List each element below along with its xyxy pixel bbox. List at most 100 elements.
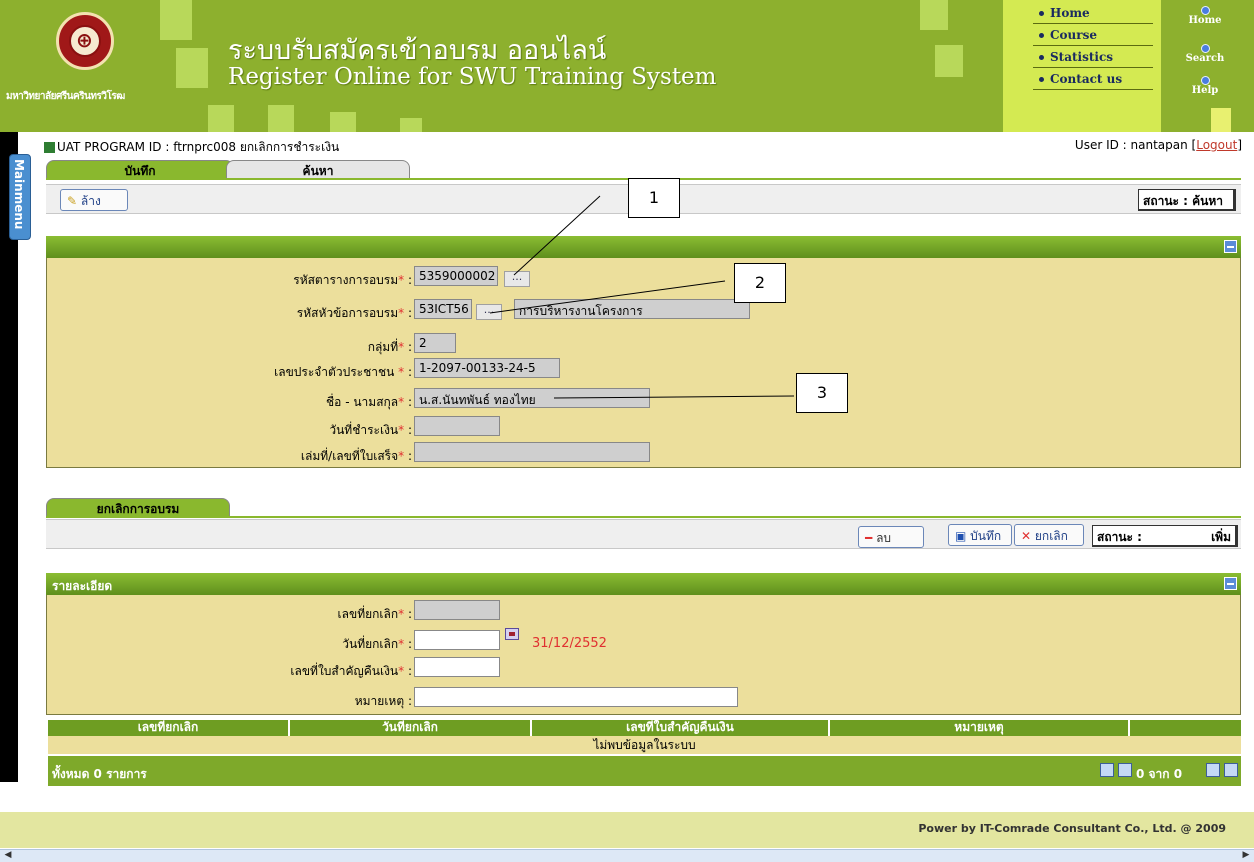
sidenav-search[interactable]: Search bbox=[1175, 44, 1235, 64]
header-decoration bbox=[268, 105, 294, 132]
field-label: เลขที่ยกเลิก* : bbox=[337, 607, 412, 621]
scroll-right-icon[interactable]: ▶ bbox=[1240, 850, 1252, 862]
detail-panel-header: รายละเอียด bbox=[46, 573, 1241, 595]
bullet-icon bbox=[1039, 11, 1044, 16]
cancel-date-input[interactable] bbox=[414, 630, 500, 650]
nav-course-link[interactable]: Course bbox=[1033, 24, 1153, 46]
tab-save[interactable]: บันทึก bbox=[46, 160, 234, 178]
prev-page-icon[interactable] bbox=[1118, 763, 1132, 777]
group-number-field[interactable]: 2 bbox=[414, 333, 456, 353]
minus-icon: ━ bbox=[865, 531, 873, 545]
header-decoration bbox=[935, 45, 963, 77]
tab-search[interactable]: ค้นหา bbox=[226, 160, 410, 178]
header-decoration bbox=[400, 118, 422, 132]
footer-credit: Power by IT-Comrade Consultant Co., Ltd.… bbox=[918, 822, 1226, 835]
field-label: หมายเหตุ : bbox=[354, 694, 412, 708]
home-icon bbox=[1200, 6, 1210, 15]
university-logo: ⊕ bbox=[56, 12, 114, 70]
app-title-english: Register Online for SWU Training System bbox=[228, 64, 717, 90]
full-name-field[interactable]: น.ส.นันทพันธ์ ทองไทย bbox=[414, 388, 650, 408]
field-label: วันที่ชำระเงิน* : bbox=[329, 423, 412, 437]
close-icon: ✕ bbox=[1021, 529, 1032, 543]
schedule-lookup-button[interactable]: ... bbox=[504, 271, 530, 287]
payment-date-field[interactable] bbox=[414, 416, 500, 436]
callout-1: 1 bbox=[628, 178, 680, 218]
date-hint: 31/12/2552 bbox=[532, 636, 607, 651]
citizen-id-field[interactable]: 1-2097-00133-24-5 bbox=[414, 358, 560, 378]
status-indicator: สถานะ : ค้นหา bbox=[1138, 189, 1236, 211]
header-decoration bbox=[208, 105, 234, 132]
clear-button[interactable]: ✎ ล้าง bbox=[60, 189, 128, 211]
total-count: ทั้งหมด 0 รายการ bbox=[52, 767, 147, 781]
collapse-icon[interactable] bbox=[1224, 240, 1237, 253]
cancel-number-field bbox=[414, 600, 500, 620]
tab-cancel-training[interactable]: ยกเลิกการอบรม bbox=[46, 498, 230, 516]
horizontal-scrollbar[interactable]: ◀ ▶ bbox=[0, 849, 1254, 862]
bullet-icon bbox=[1039, 55, 1044, 60]
header-decoration bbox=[920, 0, 948, 30]
callout-3: 3 bbox=[796, 373, 848, 413]
help-icon bbox=[1200, 76, 1210, 85]
first-page-icon[interactable] bbox=[1100, 763, 1114, 777]
empty-message: ไม่พบข้อมูลในระบบ bbox=[48, 736, 1241, 754]
collapse-icon[interactable] bbox=[1224, 577, 1237, 590]
training-topic-name-field: การบริหารงานโครงการ bbox=[514, 299, 750, 319]
field-label: รหัสตารางการอบรม* : bbox=[293, 273, 412, 287]
training-schedule-code-field[interactable]: 5359000002 bbox=[414, 266, 498, 286]
table-footer: ทั้งหมด 0 รายการ 0 จาก 0 bbox=[48, 756, 1241, 786]
field-label: กลุ่มที่* : bbox=[367, 340, 412, 354]
bullet-icon bbox=[1039, 77, 1044, 82]
column-header[interactable]: เลขที่ใบสำคัญคืนเงิน bbox=[532, 720, 830, 736]
column-header[interactable]: เลขที่ยกเลิก bbox=[48, 720, 290, 736]
field-label: ชื่อ - นามสกุล* : bbox=[326, 395, 412, 409]
breadcrumb: UAT PROGRAM ID : ftrnprc008 ยกเลิกการชำร… bbox=[44, 138, 339, 157]
tab-underline bbox=[46, 516, 1241, 518]
form-panel bbox=[46, 258, 1241, 468]
results-table-header: เลขที่ยกเลิก วันที่ยกเลิก เลขที่ใบสำคัญค… bbox=[48, 720, 1241, 736]
university-name: มหาวิทยาลัยศรีนครินทรวิโรฒ bbox=[6, 91, 125, 102]
page-indicator: 0 จาก 0 bbox=[1136, 767, 1183, 781]
field-label: รหัสหัวข้อการอบรม* : bbox=[296, 306, 412, 320]
next-page-icon[interactable] bbox=[1206, 763, 1220, 777]
column-header bbox=[1130, 720, 1241, 736]
calendar-icon[interactable] bbox=[505, 628, 519, 640]
detail-status-indicator: สถานะ : เพิ่ม bbox=[1092, 525, 1238, 547]
column-header[interactable]: หมายเหตุ bbox=[830, 720, 1130, 736]
mainmenu-toggle[interactable]: Mainmenu bbox=[9, 154, 31, 240]
receipt-number-field[interactable] bbox=[414, 442, 650, 462]
bullet-icon bbox=[1039, 33, 1044, 38]
side-navigation: Home Search Help bbox=[1163, 0, 1254, 132]
sidenav-home[interactable]: Home bbox=[1175, 6, 1235, 26]
training-topic-code-field[interactable]: 53ICT56 bbox=[414, 299, 472, 319]
user-info: User ID : nantapan [Logout] bbox=[1074, 138, 1242, 152]
broom-icon: ✎ bbox=[67, 194, 78, 208]
field-label: วันที่ยกเลิก* : bbox=[342, 637, 412, 651]
last-page-icon[interactable] bbox=[1224, 763, 1238, 777]
field-label: เล่มที่/เลขที่ใบเสร็จ* : bbox=[300, 449, 412, 463]
nav-contact-link[interactable]: Contact us bbox=[1033, 68, 1153, 90]
topic-lookup-button[interactable]: ... bbox=[476, 304, 502, 320]
header-decoration bbox=[160, 0, 192, 40]
sidenav-help[interactable]: Help bbox=[1175, 76, 1235, 96]
header-decoration bbox=[1211, 108, 1231, 132]
top-navigation: Home Course Statistics Contact us bbox=[1003, 0, 1161, 132]
column-header[interactable]: วันที่ยกเลิก bbox=[290, 720, 532, 736]
form-panel-header bbox=[46, 236, 1241, 258]
header-decoration bbox=[330, 112, 356, 132]
save-button[interactable]: ▣ บันทึก bbox=[948, 524, 1012, 546]
program-icon bbox=[44, 142, 55, 153]
scroll-left-icon[interactable]: ◀ bbox=[2, 850, 14, 862]
app-header: ⊕ มหาวิทยาลัยศรีนครินทรวิโรฒ ระบบรับสมัค… bbox=[0, 0, 1254, 132]
logout-link[interactable]: Logout bbox=[1196, 138, 1237, 152]
callout-2: 2 bbox=[734, 263, 786, 303]
field-label: เลขประจำตัวประชาชน * : bbox=[274, 365, 412, 379]
nav-home-link[interactable]: Home bbox=[1033, 2, 1153, 24]
remark-input[interactable] bbox=[414, 687, 738, 707]
header-decoration bbox=[176, 48, 208, 88]
field-label: เลขที่ใบสำคัญคืนเงิน* : bbox=[290, 664, 412, 678]
nav-statistics-link[interactable]: Statistics bbox=[1033, 46, 1153, 68]
disk-icon: ▣ bbox=[955, 529, 967, 543]
cancel-button[interactable]: ✕ ยกเลิก bbox=[1014, 524, 1084, 546]
refund-voucher-input[interactable] bbox=[414, 657, 500, 677]
delete-button[interactable]: ━ ลบ bbox=[858, 526, 924, 548]
